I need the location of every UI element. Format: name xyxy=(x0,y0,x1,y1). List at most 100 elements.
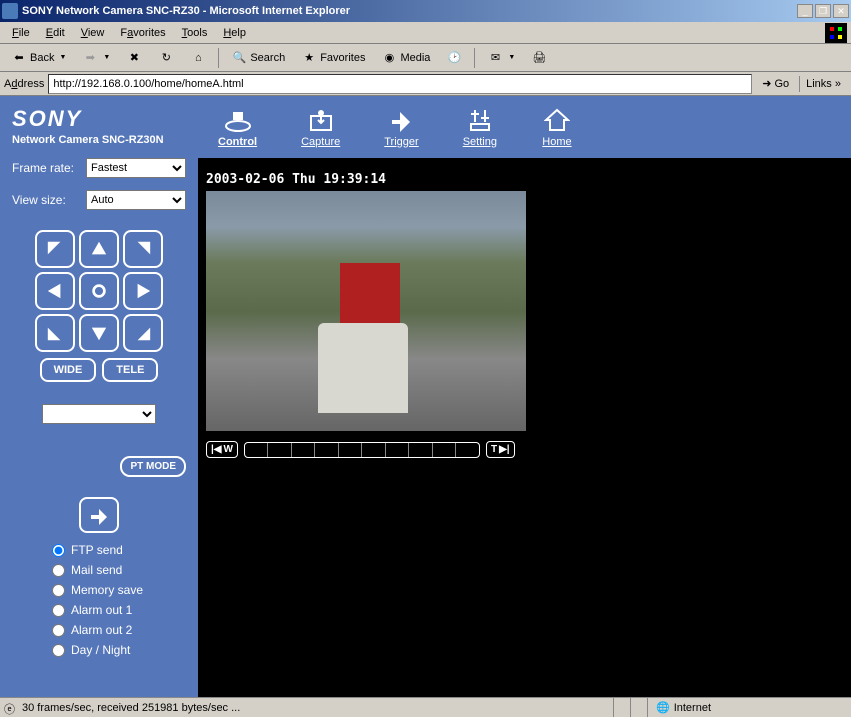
search-button[interactable]: 🔍 Search xyxy=(224,47,292,69)
search-label: Search xyxy=(250,52,285,64)
radio-mail[interactable] xyxy=(52,564,65,577)
sidebar: SONY Network Camera SNC-RZ30N Frame rate… xyxy=(0,96,198,697)
stop-button[interactable]: ✖ xyxy=(119,47,149,69)
go-label: Go xyxy=(774,78,789,90)
address-bar: Address ➜ Go Links » xyxy=(0,72,851,96)
zoom-tele-end-button[interactable]: T▶| xyxy=(486,441,515,458)
favorites-button[interactable]: ★ Favorites xyxy=(294,47,372,69)
viewsize-label: View size: xyxy=(12,193,80,207)
menubar: File Edit View Favorites Tools Help xyxy=(0,22,851,44)
radio-daynight-label: Day / Night xyxy=(71,643,130,657)
ptz-center-button[interactable] xyxy=(79,272,119,310)
media-label: Media xyxy=(400,52,430,64)
zoom-slider-row: |◀W T▶| xyxy=(206,441,843,458)
radio-alarm2-label: Alarm out 2 xyxy=(71,623,132,637)
zoom-wide-button[interactable]: WIDE xyxy=(40,358,97,382)
media-button[interactable]: ◉ Media xyxy=(374,47,437,69)
zoom-wide-end-button[interactable]: |◀W xyxy=(206,441,238,458)
tab-control-label: Control xyxy=(218,136,257,148)
history-icon: 🕑 xyxy=(446,50,462,66)
favorites-label: Favorites xyxy=(320,52,365,64)
print-button[interactable]: 🖨 xyxy=(524,47,554,69)
control-icon xyxy=(222,106,254,134)
minimize-button[interactable]: _ xyxy=(797,4,813,18)
window-title: SONY Network Camera SNC-RZ30 - Microsoft… xyxy=(22,5,797,17)
ptz-downright-button[interactable] xyxy=(123,314,163,352)
ie-throbber-icon xyxy=(825,23,847,43)
toolbar-separator xyxy=(218,48,219,68)
radio-ftp[interactable] xyxy=(52,544,65,557)
send-options: FTP send Mail send Memory save Alarm out… xyxy=(12,543,186,657)
ptz-right-button[interactable] xyxy=(123,272,163,310)
restore-button[interactable]: ❐ xyxy=(815,4,831,18)
menu-tools[interactable]: Tools xyxy=(174,25,216,41)
radio-memory-label: Memory save xyxy=(71,583,143,597)
radio-alarm1[interactable] xyxy=(52,604,65,617)
video-frame[interactable] xyxy=(206,191,526,431)
window-titlebar: SONY Network Camera SNC-RZ30 - Microsoft… xyxy=(0,0,851,22)
ptz-upright-button[interactable] xyxy=(123,230,163,268)
preset-select[interactable] xyxy=(42,404,156,424)
ptz-upleft-button[interactable] xyxy=(35,230,75,268)
tab-trigger[interactable]: Trigger xyxy=(384,106,418,148)
rewind-icon: |◀ xyxy=(211,444,222,455)
toolbar: ⬅ Back ▼ ➡ ▼ ✖ ↻ ⌂ 🔍 Search ★ Favorites … xyxy=(0,44,851,72)
address-input[interactable] xyxy=(48,74,752,94)
media-icon: ◉ xyxy=(381,50,397,66)
toolbar-separator xyxy=(474,48,475,68)
home-button[interactable]: ⌂ xyxy=(183,47,213,69)
ptz-downleft-button[interactable] xyxy=(35,314,75,352)
menu-view[interactable]: View xyxy=(73,25,113,41)
forward-arrow-icon: ➡ xyxy=(82,50,98,66)
tab-setting-label: Setting xyxy=(463,136,497,148)
radio-daynight[interactable] xyxy=(52,644,65,657)
forward-button[interactable]: ➡ ▼ xyxy=(75,47,117,69)
sony-logo: SONY xyxy=(12,106,186,132)
go-button[interactable]: ➜ Go xyxy=(756,75,795,92)
back-button[interactable]: ⬅ Back ▼ xyxy=(4,47,73,69)
globe-icon: 🌐 xyxy=(656,701,670,714)
close-button[interactable]: ✕ xyxy=(833,4,849,18)
ptz-left-button[interactable] xyxy=(35,272,75,310)
viewsize-select[interactable]: Auto xyxy=(86,190,186,210)
ie-status-icon: ⓔ xyxy=(4,701,18,715)
radio-memory[interactable] xyxy=(52,584,65,597)
ptz-down-button[interactable] xyxy=(79,314,119,352)
zone-label: Internet xyxy=(674,702,711,714)
back-arrow-icon: ⬅ xyxy=(11,50,27,66)
zoom-slider-track[interactable] xyxy=(244,442,480,458)
ptmode-button[interactable]: PT MODE xyxy=(120,456,186,477)
tab-control[interactable]: Control xyxy=(218,106,257,148)
tab-home[interactable]: Home xyxy=(541,106,573,148)
stop-icon: ✖ xyxy=(126,50,142,66)
status-text: 30 frames/sec, received 251981 bytes/sec… xyxy=(22,702,240,714)
favorites-icon: ★ xyxy=(301,50,317,66)
history-button[interactable]: 🕑 xyxy=(439,47,469,69)
ptz-up-button[interactable] xyxy=(79,230,119,268)
radio-alarm2[interactable] xyxy=(52,624,65,637)
nav-tabs: Control Capture Trigger Setting Home xyxy=(198,96,851,158)
menu-favorites[interactable]: Favorites xyxy=(112,25,173,41)
send-arrow-icon xyxy=(88,505,110,525)
links-button[interactable]: Links » xyxy=(799,76,847,92)
send-trigger-button[interactable] xyxy=(79,497,119,533)
menu-help[interactable]: Help xyxy=(215,25,254,41)
framerate-select[interactable]: Fastest xyxy=(86,158,186,178)
tab-capture[interactable]: Capture xyxy=(301,106,340,148)
main-panel: Control Capture Trigger Setting Home 200… xyxy=(198,96,851,697)
tab-setting[interactable]: Setting xyxy=(463,106,497,148)
ptz-controls xyxy=(12,230,186,352)
mail-button[interactable]: ✉▼ xyxy=(480,47,522,69)
refresh-button[interactable]: ↻ xyxy=(151,47,181,69)
menu-edit[interactable]: Edit xyxy=(38,25,73,41)
forward-icon: ▶| xyxy=(499,444,510,455)
video-timestamp: 2003-02-06 Thu 19:39:14 xyxy=(206,172,843,187)
home-nav-icon xyxy=(541,106,573,134)
zoom-tele-button[interactable]: TELE xyxy=(102,358,158,382)
menu-file[interactable]: File xyxy=(4,25,38,41)
mail-icon: ✉ xyxy=(487,50,503,66)
status-spacer xyxy=(630,698,647,717)
refresh-icon: ↻ xyxy=(158,50,174,66)
back-dropdown-icon: ▼ xyxy=(59,54,66,61)
statusbar: ⓔ 30 frames/sec, received 251981 bytes/s… xyxy=(0,697,851,717)
